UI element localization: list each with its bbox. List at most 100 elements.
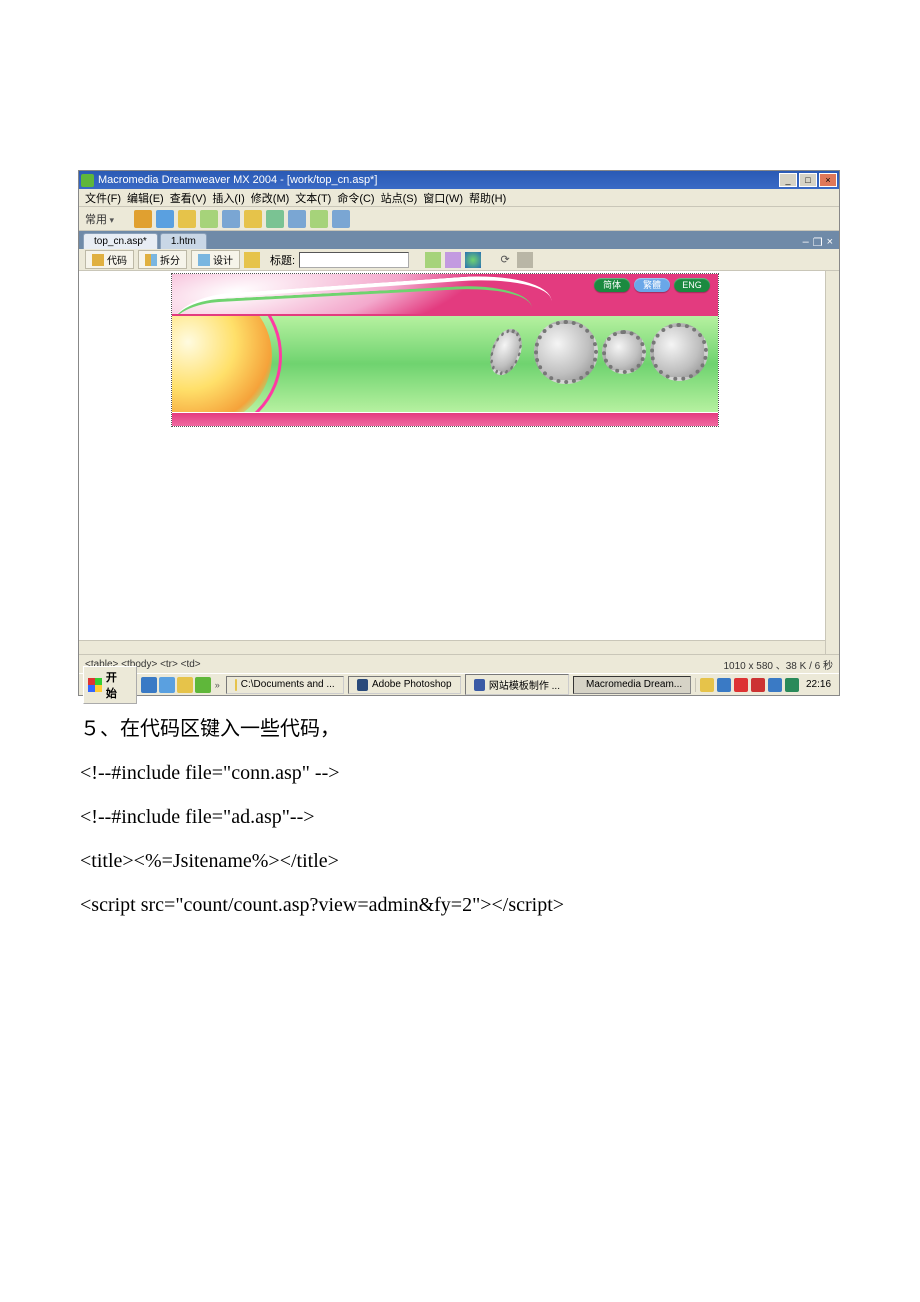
refresh-icon[interactable]: ⟳ — [497, 252, 513, 268]
insert-category-dropdown[interactable]: 常用 — [85, 211, 114, 227]
minimize-button[interactable]: _ — [779, 173, 797, 187]
code-view-label: 代码 — [107, 252, 127, 267]
status-dimensions: 1010 x 580 、38 K / 6 秒 — [723, 657, 833, 672]
code-line-4: <script src="count/count.asp?view=admin&… — [80, 890, 840, 920]
preview-browser-icon[interactable] — [465, 252, 481, 268]
vertical-scrollbar[interactable] — [825, 271, 839, 654]
banner-body-row — [172, 314, 718, 412]
code-line-2: <!--#include file="ad.asp"--> — [80, 802, 840, 832]
task-label: 网站模板制作 ... — [489, 677, 560, 692]
close-button[interactable]: × — [819, 173, 837, 187]
banner-header-row: 简体 繁體 ENG — [172, 274, 718, 314]
tray-icon[interactable] — [768, 678, 782, 692]
tag-chooser-icon[interactable] — [332, 210, 350, 228]
system-tray: 22:16 — [695, 678, 835, 692]
code-line-3: <title><%=Jsitename%></title> — [80, 846, 840, 876]
title-label: 标题: — [270, 252, 295, 268]
menu-edit[interactable]: 编辑(E) — [127, 190, 164, 206]
tray-icon[interactable] — [700, 678, 714, 692]
task-word[interactable]: 网站模板制作 ... — [465, 674, 569, 695]
design-view-button[interactable]: 设计 — [191, 250, 240, 269]
banner-table[interactable]: 简体 繁體 ENG — [171, 273, 719, 427]
menu-view[interactable]: 查看(V) — [170, 190, 207, 206]
lang-simplified-button[interactable]: 简体 — [594, 278, 630, 292]
task-documents[interactable]: C:\Documents and ... — [226, 676, 344, 694]
start-button[interactable]: 开始 — [83, 666, 137, 704]
no-browser-check-icon[interactable] — [425, 252, 441, 268]
task-dreamweaver[interactable]: Macromedia Dream... — [573, 676, 691, 694]
step-heading: ５、在代码区键入一些代码， — [80, 714, 840, 744]
gears-image — [482, 320, 708, 384]
menu-window[interactable]: 窗口(W) — [423, 190, 463, 206]
menu-commands[interactable]: 命令(C) — [337, 190, 374, 206]
split-view-icon — [145, 254, 157, 266]
insert-toolbar: 常用 — [79, 207, 839, 231]
title-field[interactable] — [299, 252, 409, 268]
tag-selector-bar: <table> <tbody> <tr> <td> 1010 x 580 、38… — [79, 655, 839, 673]
doc-close-button[interactable]: × — [827, 236, 833, 249]
doc-minimize-button[interactable]: – — [803, 236, 809, 249]
task-label: C:\Documents and ... — [241, 679, 335, 690]
task-photoshop[interactable]: Adobe Photoshop — [348, 676, 461, 694]
email-link-icon[interactable] — [156, 210, 174, 228]
tray-icon[interactable] — [785, 678, 799, 692]
desktop-icon[interactable] — [159, 677, 175, 693]
article-body: ５、在代码区键入一些代码， <!--#include file="conn.as… — [80, 714, 840, 920]
code-line-1: <!--#include file="conn.asp" --> — [80, 758, 840, 788]
live-data-icon[interactable] — [244, 252, 260, 268]
design-canvas[interactable]: 简体 繁體 ENG — [79, 271, 839, 655]
tray-icon[interactable] — [717, 678, 731, 692]
window-buttons: _ □ × — [779, 173, 837, 187]
windows-flag-icon — [88, 678, 102, 692]
maximize-button[interactable]: □ — [799, 173, 817, 187]
clock: 22:16 — [802, 679, 831, 690]
horizontal-scrollbar[interactable] — [79, 640, 825, 654]
design-view-label: 设计 — [213, 252, 233, 267]
document-view-toolbar: 代码 拆分 设计 标题: ⟳ — [79, 249, 839, 271]
menu-help[interactable]: 帮助(H) — [469, 190, 506, 206]
tab-top-cn-asp[interactable]: top_cn.asp* — [83, 233, 158, 249]
doc-restore-button[interactable]: ❐ — [813, 236, 823, 249]
tray-icon[interactable] — [751, 678, 765, 692]
split-view-button[interactable]: 拆分 — [138, 250, 187, 269]
task-label: Macromedia Dream... — [586, 679, 682, 690]
lang-traditional-button[interactable]: 繁體 — [634, 278, 670, 292]
task-label: Adobe Photoshop — [372, 679, 452, 690]
named-anchor-icon[interactable] — [178, 210, 196, 228]
menu-site[interactable]: 站点(S) — [381, 190, 418, 206]
media-icon[interactable] — [244, 210, 262, 228]
windows-taskbar: 开始 » C:\Documents and ... Adobe Photosho… — [79, 673, 839, 695]
hyperlink-icon[interactable] — [134, 210, 152, 228]
tray-icon[interactable] — [734, 678, 748, 692]
comment-icon[interactable] — [288, 210, 306, 228]
table-icon[interactable] — [200, 210, 218, 228]
validate-icon[interactable] — [445, 252, 461, 268]
gear-icon — [534, 320, 598, 384]
tab-1-htm[interactable]: 1.htm — [160, 233, 207, 249]
code-view-icon — [92, 254, 104, 266]
templates-icon[interactable] — [310, 210, 328, 228]
lang-english-button[interactable]: ENG — [674, 278, 710, 292]
app-icon — [81, 174, 94, 187]
ie-icon[interactable] — [141, 677, 157, 693]
menu-modify[interactable]: 修改(M) — [251, 190, 290, 206]
gear-icon — [650, 323, 708, 381]
menu-insert[interactable]: 插入(I) — [212, 190, 244, 206]
gear-icon — [484, 325, 527, 380]
menubar: 文件(F) 编辑(E) 查看(V) 插入(I) 修改(M) 文本(T) 命令(C… — [79, 189, 839, 207]
date-icon[interactable] — [266, 210, 284, 228]
quick-launch-expand-icon[interactable]: » — [213, 680, 222, 690]
menu-text[interactable]: 文本(T) — [295, 190, 331, 206]
start-label: 开始 — [106, 669, 128, 701]
app-icon[interactable] — [195, 677, 211, 693]
image-icon[interactable] — [222, 210, 240, 228]
code-view-button[interactable]: 代码 — [85, 250, 134, 269]
language-buttons: 简体 繁體 ENG — [594, 278, 710, 292]
dreamweaver-screenshot: Macromedia Dreamweaver MX 2004 - [work/t… — [78, 170, 840, 696]
view-options-icon[interactable] — [517, 252, 533, 268]
menu-file[interactable]: 文件(F) — [85, 190, 121, 206]
explorer-icon[interactable] — [177, 677, 193, 693]
word-icon — [474, 679, 485, 691]
folder-icon — [235, 679, 237, 691]
design-view-icon — [198, 254, 210, 266]
